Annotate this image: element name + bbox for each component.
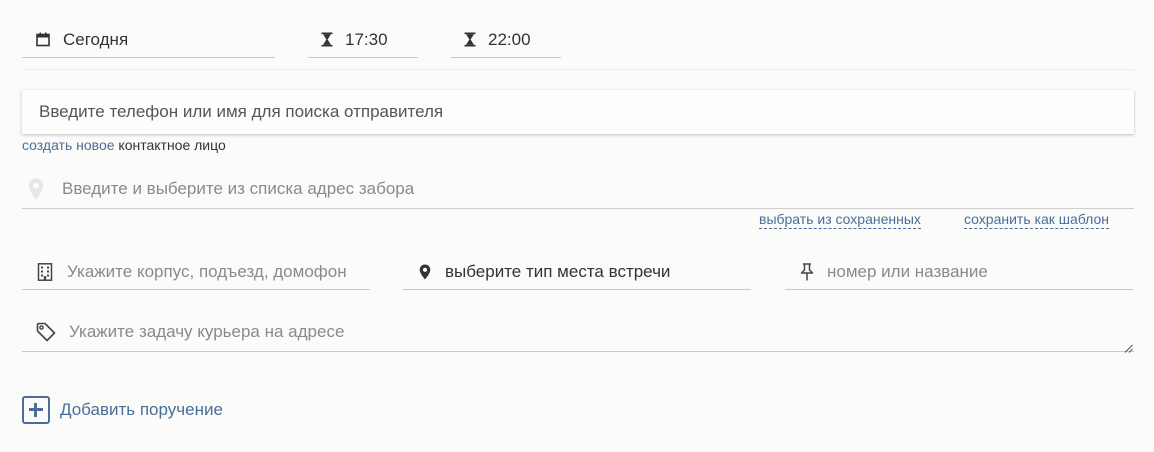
create-contact-text: контактное лицо [114,137,226,153]
building-details-placeholder: Укажите корпус, подъезд, домофон [67,261,347,281]
sender-search-placeholder: Введите телефон или имя для поиска отпра… [39,102,444,121]
pushpin-icon [796,261,818,283]
time-from-value: 17:30 [345,29,388,49]
pickup-address-input[interactable]: Введите и выберите из списка адрес забор… [22,170,1134,209]
resize-handle[interactable] [1124,340,1133,353]
courier-task-textarea[interactable]: Укажите задачу курьера на адресе [22,312,1134,352]
location-pin-icon [26,177,46,201]
hourglass-icon [316,29,338,51]
add-task-button[interactable]: Добавить поручение [22,396,223,424]
sender-search-input[interactable]: Введите телефон или имя для поиска отпра… [22,90,1134,134]
choose-saved-link[interactable]: выбрать из сохраненных [759,211,921,229]
place-number-placeholder: номер или название [827,261,988,281]
calendar-icon [32,29,54,51]
meeting-place-select[interactable]: выберите тип места встречи [403,254,751,290]
time-from-field[interactable]: 17:30 [308,22,418,58]
time-to-field[interactable]: 22:00 [451,22,561,58]
create-contact-line: создать новое контактное лицо [22,137,226,153]
courier-task-placeholder: Укажите задачу курьера на адресе [69,321,345,341]
date-value: Сегодня [63,29,129,49]
time-to-value: 22:00 [488,29,531,49]
tag-icon [34,321,58,343]
place-number-input[interactable]: номер или название [785,254,1133,290]
building-details-input[interactable]: Укажите корпус, подъезд, домофон [22,254,370,290]
building-icon [34,261,56,283]
section-divider [22,69,1134,70]
plus-square-icon [22,396,50,424]
meeting-place-value: выберите тип места встречи [445,261,671,281]
hourglass-icon [459,29,481,51]
create-contact-link[interactable]: создать новое [22,137,115,153]
add-task-label: Добавить поручение [60,400,223,419]
date-field[interactable]: Сегодня [22,22,275,58]
map-marker-icon [414,261,436,283]
pickup-address-placeholder: Введите и выберите из списка адрес забор… [62,179,415,198]
save-template-link[interactable]: сохранить как шаблон [964,211,1109,229]
